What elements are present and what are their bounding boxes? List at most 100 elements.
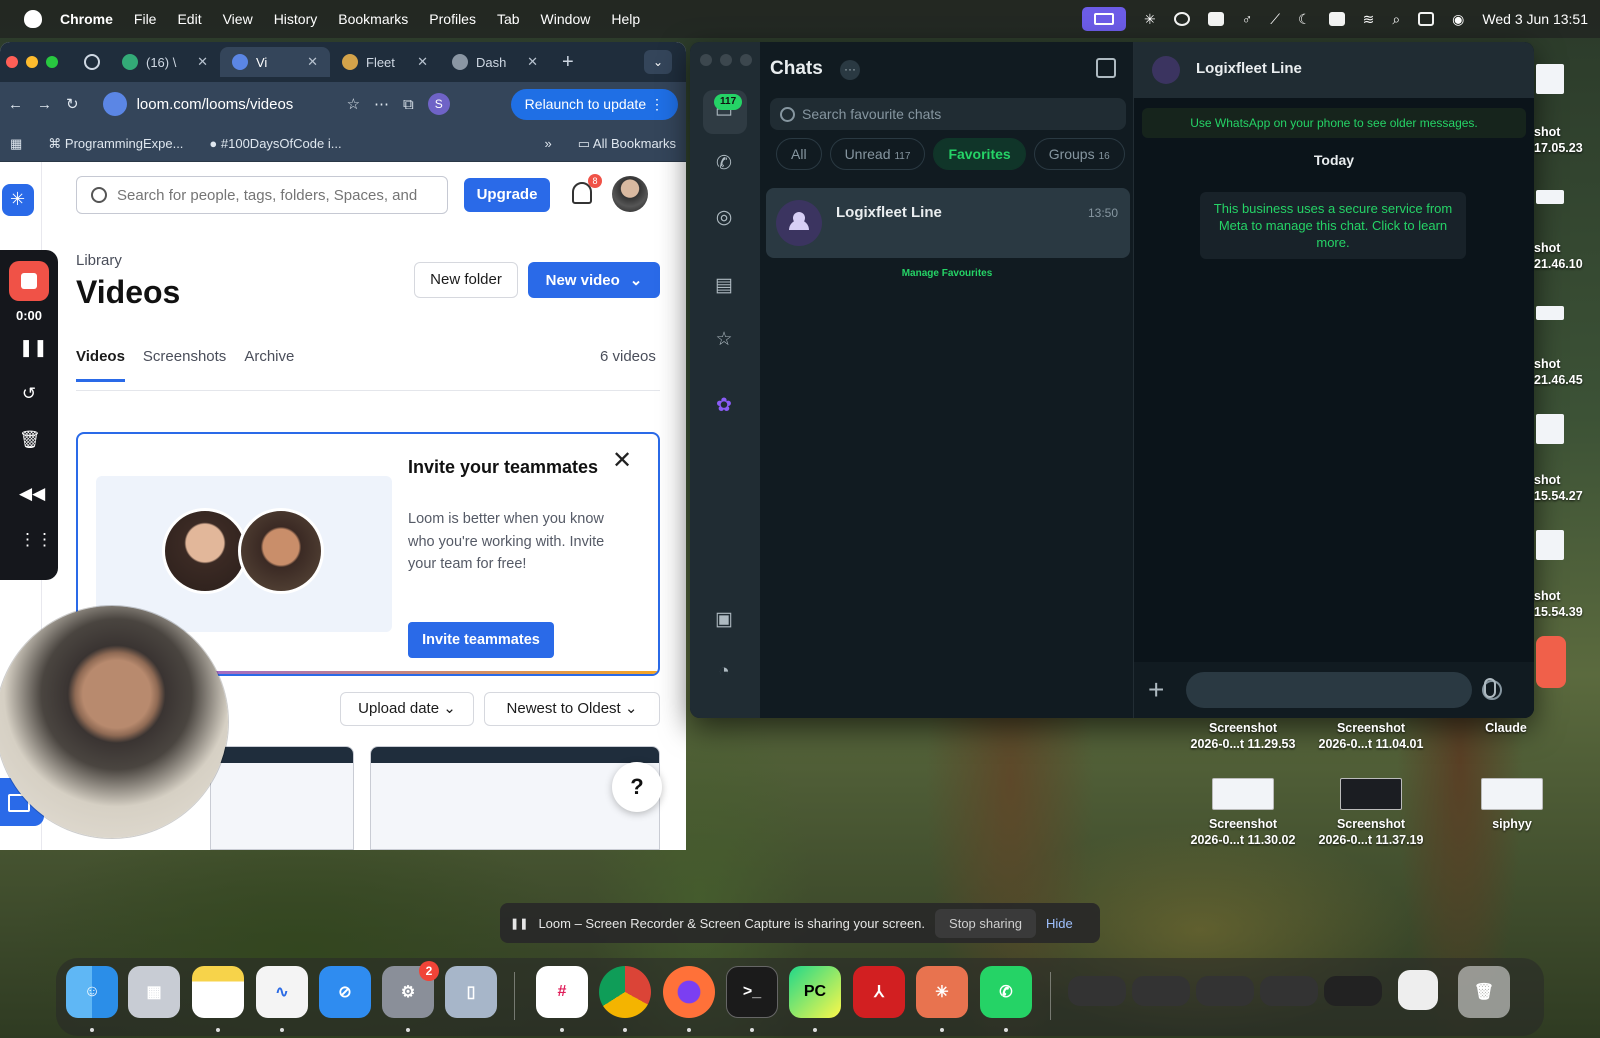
close-icon[interactable]: ✕ (612, 446, 632, 475)
menu-bookmarks[interactable]: Bookmarks (338, 11, 408, 27)
settings-icon[interactable]: ◔ (712, 660, 736, 684)
slack-icon[interactable]: # (536, 966, 588, 1018)
sort-order-dropdown[interactable]: Newest to Oldest ⌄ (484, 692, 660, 726)
desktop-file-thumbnail[interactable] (1536, 190, 1564, 204)
desktop-file-label[interactable]: shot 21.46.45 (1534, 356, 1600, 388)
firefox-icon[interactable] (663, 966, 715, 1018)
desktop-file-thumbnail[interactable] (1536, 530, 1564, 560)
spotlight-icon[interactable]: ⌕ (1392, 11, 1400, 28)
hide-banner-button[interactable]: Hide (1046, 916, 1073, 931)
minimize-window-button[interactable] (720, 54, 732, 66)
new-folder-button[interactable]: New folder (414, 262, 518, 298)
site-info-icon[interactable] (102, 92, 127, 116)
desktop-file[interactable]: siphyy (1476, 778, 1548, 832)
record-status-icon[interactable] (1173, 12, 1190, 26)
safari-icon[interactable]: ⊘ (319, 966, 371, 1018)
address-bar[interactable]: loom.com/looms/videos (93, 88, 333, 120)
iphone-mirroring-icon[interactable]: ▯ (445, 966, 497, 1018)
stop-sharing-button[interactable]: Stop sharing (935, 908, 1037, 938)
launchpad-icon[interactable]: ▦ (128, 966, 180, 1018)
more-bookmarks-icon[interactable]: » (545, 136, 552, 151)
forward-icon[interactable]: → (37, 96, 52, 113)
chrome-icon[interactable] (599, 966, 651, 1018)
business-notice[interactable]: This business uses a secure service from… (1200, 192, 1466, 259)
loom-logo-icon[interactable] (2, 184, 34, 216)
document-icon[interactable] (1398, 970, 1438, 1010)
tab-whatsapp[interactable]: (16) \ ✕ (110, 47, 220, 77)
close-tab-icon[interactable]: ✕ (197, 54, 208, 70)
calls-icon[interactable]: ✆ (712, 152, 736, 176)
loom-status-icon[interactable] (1081, 7, 1126, 31)
tab-videos[interactable]: Videos (76, 348, 125, 382)
desktop-file[interactable]: Screenshot 2026-0...t 11.30.02 (1188, 778, 1298, 848)
desktop-file-label[interactable]: shot 15.54.39 (1534, 588, 1600, 620)
desktop-file-label[interactable]: shot 15.54.27 (1534, 472, 1600, 504)
new-video-button[interactable]: New video ⌄ (528, 262, 660, 298)
menu-profiles[interactable]: Profiles (429, 11, 476, 27)
desktop-file-thumbnail[interactable] (1536, 414, 1564, 444)
terminal-icon[interactable]: >_ (726, 966, 778, 1018)
menu-tab[interactable]: Tab (497, 11, 520, 27)
chat-list-item[interactable]: Logixfleet Line 13:50 (766, 188, 1130, 258)
reload-icon[interactable]: ↻ (66, 95, 79, 113)
menu-window[interactable]: Window (541, 11, 591, 27)
extensions-icon[interactable]: ⧉ (403, 96, 414, 113)
pen-status-icon[interactable]: ⟋ (1270, 11, 1280, 28)
manage-favourites-link[interactable]: Manage Favourites (760, 268, 1134, 279)
tab-loom-videos[interactable]: Vi ✕ (220, 47, 330, 77)
meta-ai-icon[interactable]: ✿ (712, 394, 736, 418)
filter-groups[interactable]: Groups 16 (1033, 138, 1125, 170)
conversation-header[interactable]: Logixfleet Line (1134, 42, 1534, 98)
microphone-icon[interactable] (1484, 678, 1496, 698)
desktop-file-label[interactable]: shot 21.46.10 (1534, 240, 1600, 272)
wifi-icon[interactable]: ≋ (1363, 11, 1375, 28)
minimized-window[interactable] (1260, 976, 1318, 1006)
close-tab-icon[interactable]: ✕ (307, 54, 318, 70)
tab-screenshots[interactable]: Screenshots (143, 348, 226, 382)
close-window-button[interactable] (6, 56, 18, 68)
siri-icon[interactable]: ◉ (1452, 11, 1464, 28)
channels-icon[interactable]: ▤ (712, 274, 736, 298)
freeform-icon[interactable]: ∿ (256, 966, 308, 1018)
tab-pinned-record[interactable] (76, 47, 110, 77)
media-icon[interactable]: ▣ (712, 608, 736, 632)
zoom-window-button[interactable] (46, 56, 58, 68)
filter-favorites[interactable]: Favorites (933, 138, 1026, 170)
menu-history[interactable]: History (274, 11, 318, 27)
acrobat-icon[interactable]: ⅄ (853, 966, 905, 1018)
focus-moon-icon[interactable]: ☾ (1298, 11, 1311, 28)
pycharm-icon[interactable]: PC (789, 966, 841, 1018)
more-options-icon[interactable]: ··· (840, 60, 860, 80)
claude-app-icon[interactable] (1536, 636, 1566, 688)
minimized-window[interactable] (1196, 976, 1254, 1006)
tab-dashboard[interactable]: Dash ✕ (440, 47, 550, 77)
battery-icon[interactable] (1328, 12, 1345, 26)
rewind-icon[interactable]: ◀◀ (19, 484, 45, 504)
extension-more-icon[interactable]: ⋯ (374, 95, 389, 113)
breadcrumb[interactable]: Library (76, 252, 122, 269)
message-input[interactable] (1186, 672, 1502, 708)
pause-icon[interactable]: ❚❚ (19, 338, 48, 358)
upgrade-button[interactable]: Upgrade (464, 178, 550, 212)
desktop-file[interactable]: Screenshot 2026-0...t 11.29.53 (1188, 720, 1298, 752)
minimized-window[interactable] (1324, 976, 1382, 1006)
minimized-window[interactable] (1068, 976, 1126, 1006)
apple-icon[interactable] (24, 10, 42, 28)
all-bookmarks[interactable]: ▭ All Bookmarks (578, 136, 676, 152)
mic-status-icon[interactable]: ♂ (1242, 11, 1253, 27)
bookmark-100daysofcode[interactable]: ● #100DaysOfCode i... (209, 136, 341, 151)
back-icon[interactable]: ← (8, 96, 23, 113)
close-tab-icon[interactable]: ✕ (417, 54, 428, 70)
relaunch-button[interactable]: Relaunch to update ⋮ (510, 88, 678, 120)
chat-search-input[interactable]: Search favourite chats (770, 98, 1126, 130)
desktop-file-thumbnail[interactable] (1536, 64, 1564, 94)
new-tab-icon[interactable]: + (562, 51, 574, 74)
sort-by-dropdown[interactable]: Upload date ⌄ (340, 692, 474, 726)
webcam-bubble[interactable] (0, 606, 228, 838)
tab-archive[interactable]: Archive (244, 348, 294, 382)
search-bar[interactable] (76, 176, 448, 214)
tab-search-dropdown-icon[interactable]: ⌄ (644, 50, 672, 74)
minimized-window[interactable] (1132, 976, 1190, 1006)
status-icon[interactable]: ◎ (712, 206, 736, 230)
restart-icon[interactable]: ↺ (19, 384, 39, 404)
